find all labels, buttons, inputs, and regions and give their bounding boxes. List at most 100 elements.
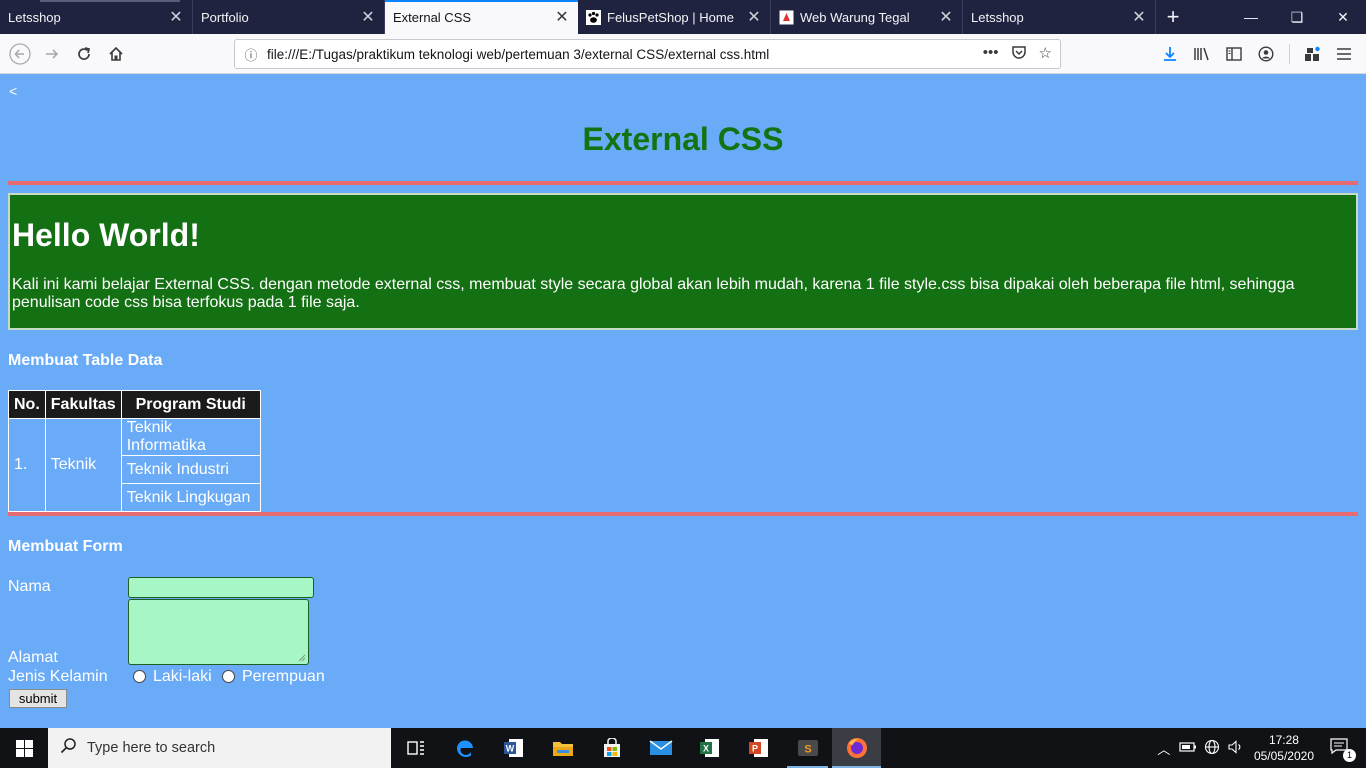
radio-perempuan[interactable] [222,670,235,683]
reload-button[interactable] [68,38,100,70]
close-icon[interactable]: ✕ [168,7,184,27]
tab-label: Portfolio [201,9,249,25]
radio-label-laki-laki[interactable]: Laki-laki [153,668,212,686]
bookmark-star-icon[interactable]: ☆ [1039,44,1052,64]
show-hidden-icons-icon[interactable]: ︿ [1152,739,1176,758]
close-icon[interactable]: ✕ [938,7,954,27]
volume-icon[interactable] [1224,739,1248,757]
back-button[interactable] [4,38,36,70]
library-icon[interactable] [1186,38,1218,70]
close-icon[interactable]: ✕ [554,7,570,27]
close-icon[interactable]: ✕ [746,7,762,27]
clock-time: 17:28 [1268,733,1299,747]
page-title: External CSS [582,121,784,157]
hello-paragraph: Kali ini kami belajar External CSS. deng… [12,276,1295,311]
task-view-icon[interactable] [391,728,440,768]
taskbar-search-box[interactable]: Type here to search [48,728,391,768]
notification-center-icon[interactable]: 1 [1328,737,1356,762]
close-icon[interactable]: ✕ [1131,7,1147,27]
back-arrow-icon [9,42,31,65]
minimize-button[interactable]: — [1228,0,1274,34]
word-icon[interactable]: W [489,728,538,768]
data-table: No. Fakultas Program Studi 1. Teknik Tek… [8,390,261,512]
tab-label: Letsshop [8,9,61,25]
reload-icon [78,46,91,60]
col-header-program-studi: Program Studi [120,390,261,419]
edge-browser-icon[interactable] [440,728,489,768]
tab-bar: Letsshop ✕ Portfolio ✕ External CSS ✕ Fe… [0,0,1366,34]
svg-text:W: W [505,744,514,754]
excel-icon[interactable]: X [685,728,734,768]
battery-icon[interactable] [1176,741,1200,756]
jenis-kelamin-label: Jenis Kelamin [8,668,108,685]
table-heading: Membuat Table Data [8,352,163,369]
warung-favicon-icon [779,10,794,25]
network-globe-icon[interactable] [1200,739,1224,758]
search-placeholder: Type here to search [87,740,216,756]
pocket-icon[interactable] [1011,44,1027,64]
hello-heading: Hello World! [12,217,200,253]
tab-web-warung-tegal[interactable]: Web Warung Tegal ✕ [771,0,963,34]
tab-external-css[interactable]: External CSS ✕ [385,0,578,34]
alamat-label: Alamat [8,649,58,666]
url-text[interactable]: file:///E:/Tugas/praktikum teknologi web… [267,47,983,62]
url-bar[interactable]: ⓘ file:///E:/Tugas/praktikum teknologi w… [234,39,1061,69]
home-icon [109,46,123,61]
download-icon[interactable] [1154,38,1186,70]
hamburger-menu-icon[interactable] [1328,38,1360,70]
firefox-icon[interactable] [832,728,881,768]
windows-logo-icon [15,739,33,757]
cell-prodi: Teknik Industri [120,455,261,484]
tab-letsshop-1[interactable]: Letsshop ✕ [0,0,193,34]
mail-icon[interactable] [636,728,685,768]
start-button[interactable] [0,728,48,768]
radio-laki-laki[interactable] [133,670,146,683]
tab-feluspetshop[interactable]: FelusPetShop | Home ✕ [578,0,771,34]
svg-text:X: X [702,744,708,754]
home-button[interactable] [100,38,132,70]
sublime-text-icon[interactable]: S [783,728,832,768]
cell-fakultas: Teknik [44,418,122,512]
close-icon[interactable]: ✕ [360,7,376,27]
info-icon[interactable]: ⓘ [243,45,259,64]
table-header-row: No. Fakultas Program Studi [8,390,261,419]
search-icon [60,737,77,759]
forward-button[interactable] [36,38,68,70]
forward-arrow-icon [46,48,59,59]
clock[interactable]: 17:28 05/05/2020 [1254,732,1314,764]
tab-letsshop-2[interactable]: Letsshop ✕ [963,0,1156,34]
extensions-icon[interactable] [1296,38,1328,70]
clock-date: 05/05/2020 [1253,749,1314,763]
file-explorer-icon[interactable] [538,728,587,768]
window-controls: — ❏ ✕ [1228,0,1366,34]
system-tray: ︿ 17:28 05/05/2020 1 [1152,728,1366,768]
hello-section: Hello World! Kali ini kami belajar Exter… [8,193,1358,330]
radio-label-perempuan[interactable]: Perempuan [242,668,325,686]
resize-grip-icon [298,654,306,662]
sidebar-icon[interactable] [1218,38,1250,70]
cell-prodi: Teknik Lingkugan [120,483,261,512]
cell-prodi: Teknik Informatika [120,418,261,456]
nama-input[interactable] [128,577,314,598]
powerpoint-icon[interactable]: P [734,728,783,768]
store-icon[interactable] [587,728,636,768]
account-icon[interactable] [1250,38,1282,70]
horizontal-rule-bottom [8,512,1358,516]
close-window-button[interactable]: ✕ [1320,0,1366,34]
cell-no: 1. [8,418,46,512]
taskbar: Type here to search W X P S ︿ 17:28 05/0… [0,728,1366,768]
page-content: < External CSS Hello World! Kali ini kam… [0,75,1366,728]
tab-portfolio[interactable]: Portfolio ✕ [193,0,385,34]
tab-label: External CSS [393,9,472,25]
tab-label: Web Warung Tegal [800,9,910,25]
toolbar-separator [1282,38,1296,70]
table-row: 1. Teknik Teknik Informatika [8,418,261,512]
notification-count-badge: 1 [1343,748,1356,762]
page-actions-menu-icon[interactable]: ••• [983,44,999,64]
paw-favicon-icon [586,9,601,25]
svg-text:S: S [804,744,811,756]
submit-button[interactable]: submit [9,689,67,708]
restore-button[interactable]: ❏ [1274,0,1320,34]
alamat-textarea[interactable] [128,599,309,665]
new-tab-button[interactable]: + [1158,0,1188,34]
